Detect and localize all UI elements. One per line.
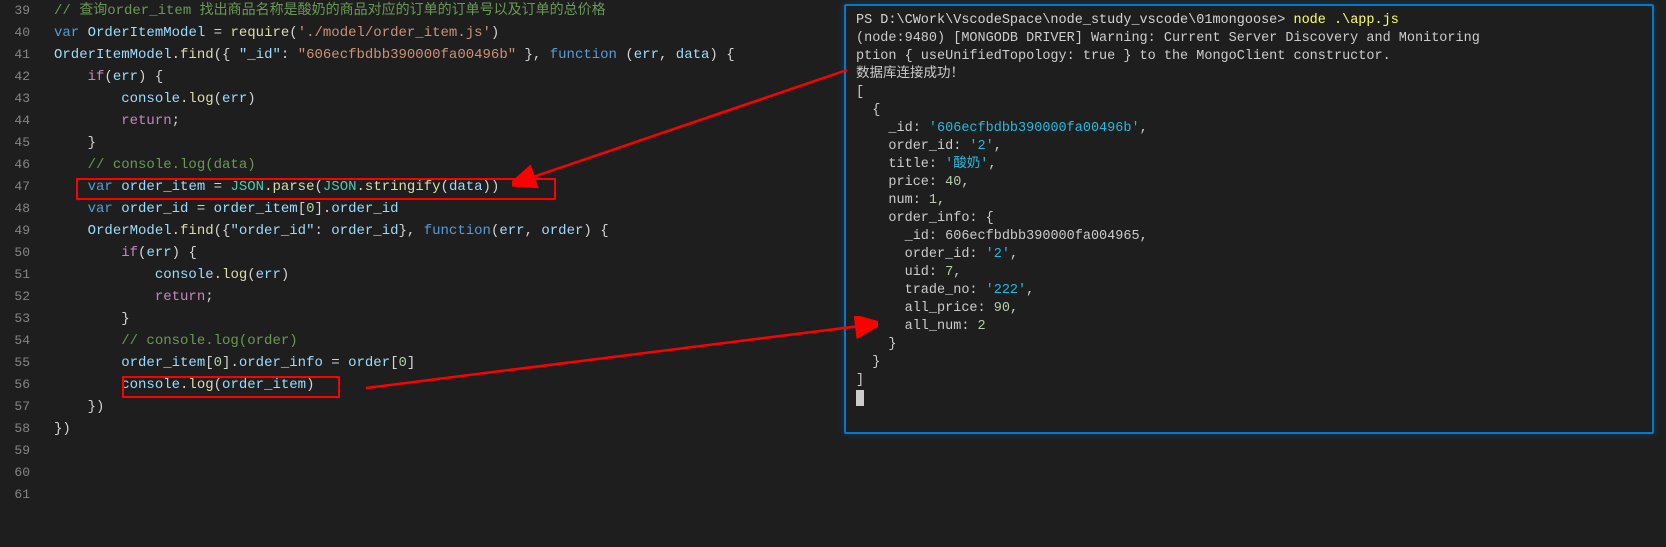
line-number: 52 (0, 286, 48, 308)
terminal-output: ption { useUnifiedTopology: true } to th… (856, 49, 1391, 64)
line-number: 60 (0, 462, 48, 484)
line-number: 51 (0, 264, 48, 286)
terminal-cursor (856, 390, 864, 406)
line-number: 53 (0, 308, 48, 330)
code-text: // 查询order_item 找出商品名称是酸奶的商品对应的订单的订单号以及订… (54, 3, 606, 19)
line-number: 41 (0, 44, 48, 66)
code-text: var (54, 25, 79, 41)
line-number: 58 (0, 418, 48, 440)
line-number: 49 (0, 220, 48, 242)
terminal-command: node .\app.js (1293, 13, 1398, 28)
terminal-prompt: PS D:\CWork\VscodeSpace\node_study_vscod… (856, 13, 1293, 28)
line-number: 45 (0, 132, 48, 154)
line-number: 57 (0, 396, 48, 418)
terminal-output: [ (856, 85, 864, 100)
line-number: 59 (0, 440, 48, 462)
line-number: 56 (0, 374, 48, 396)
line-number: 48 (0, 198, 48, 220)
terminal-output: 数据库连接成功！ (856, 67, 964, 82)
line-number: 43 (0, 88, 48, 110)
line-number: 46 (0, 154, 48, 176)
line-number-gutter: 39 40 41 42 43 44 45 46 47 48 49 50 51 5… (0, 0, 48, 547)
terminal-output: { (856, 103, 880, 118)
line-number: 61 (0, 484, 48, 506)
terminal-output: (node:9480) [MONGODB DRIVER] Warning: Cu… (856, 31, 1480, 46)
line-number: 50 (0, 242, 48, 264)
code-editor[interactable]: // 查询order_item 找出商品名称是酸奶的商品对应的订单的订单号以及订… (48, 0, 840, 547)
line-number: 47 (0, 176, 48, 198)
terminal-panel[interactable]: PS D:\CWork\VscodeSpace\node_study_vscod… (844, 4, 1654, 434)
line-number: 55 (0, 352, 48, 374)
line-number: 40 (0, 22, 48, 44)
line-number: 54 (0, 330, 48, 352)
line-number: 39 (0, 0, 48, 22)
line-number: 42 (0, 66, 48, 88)
line-number: 44 (0, 110, 48, 132)
